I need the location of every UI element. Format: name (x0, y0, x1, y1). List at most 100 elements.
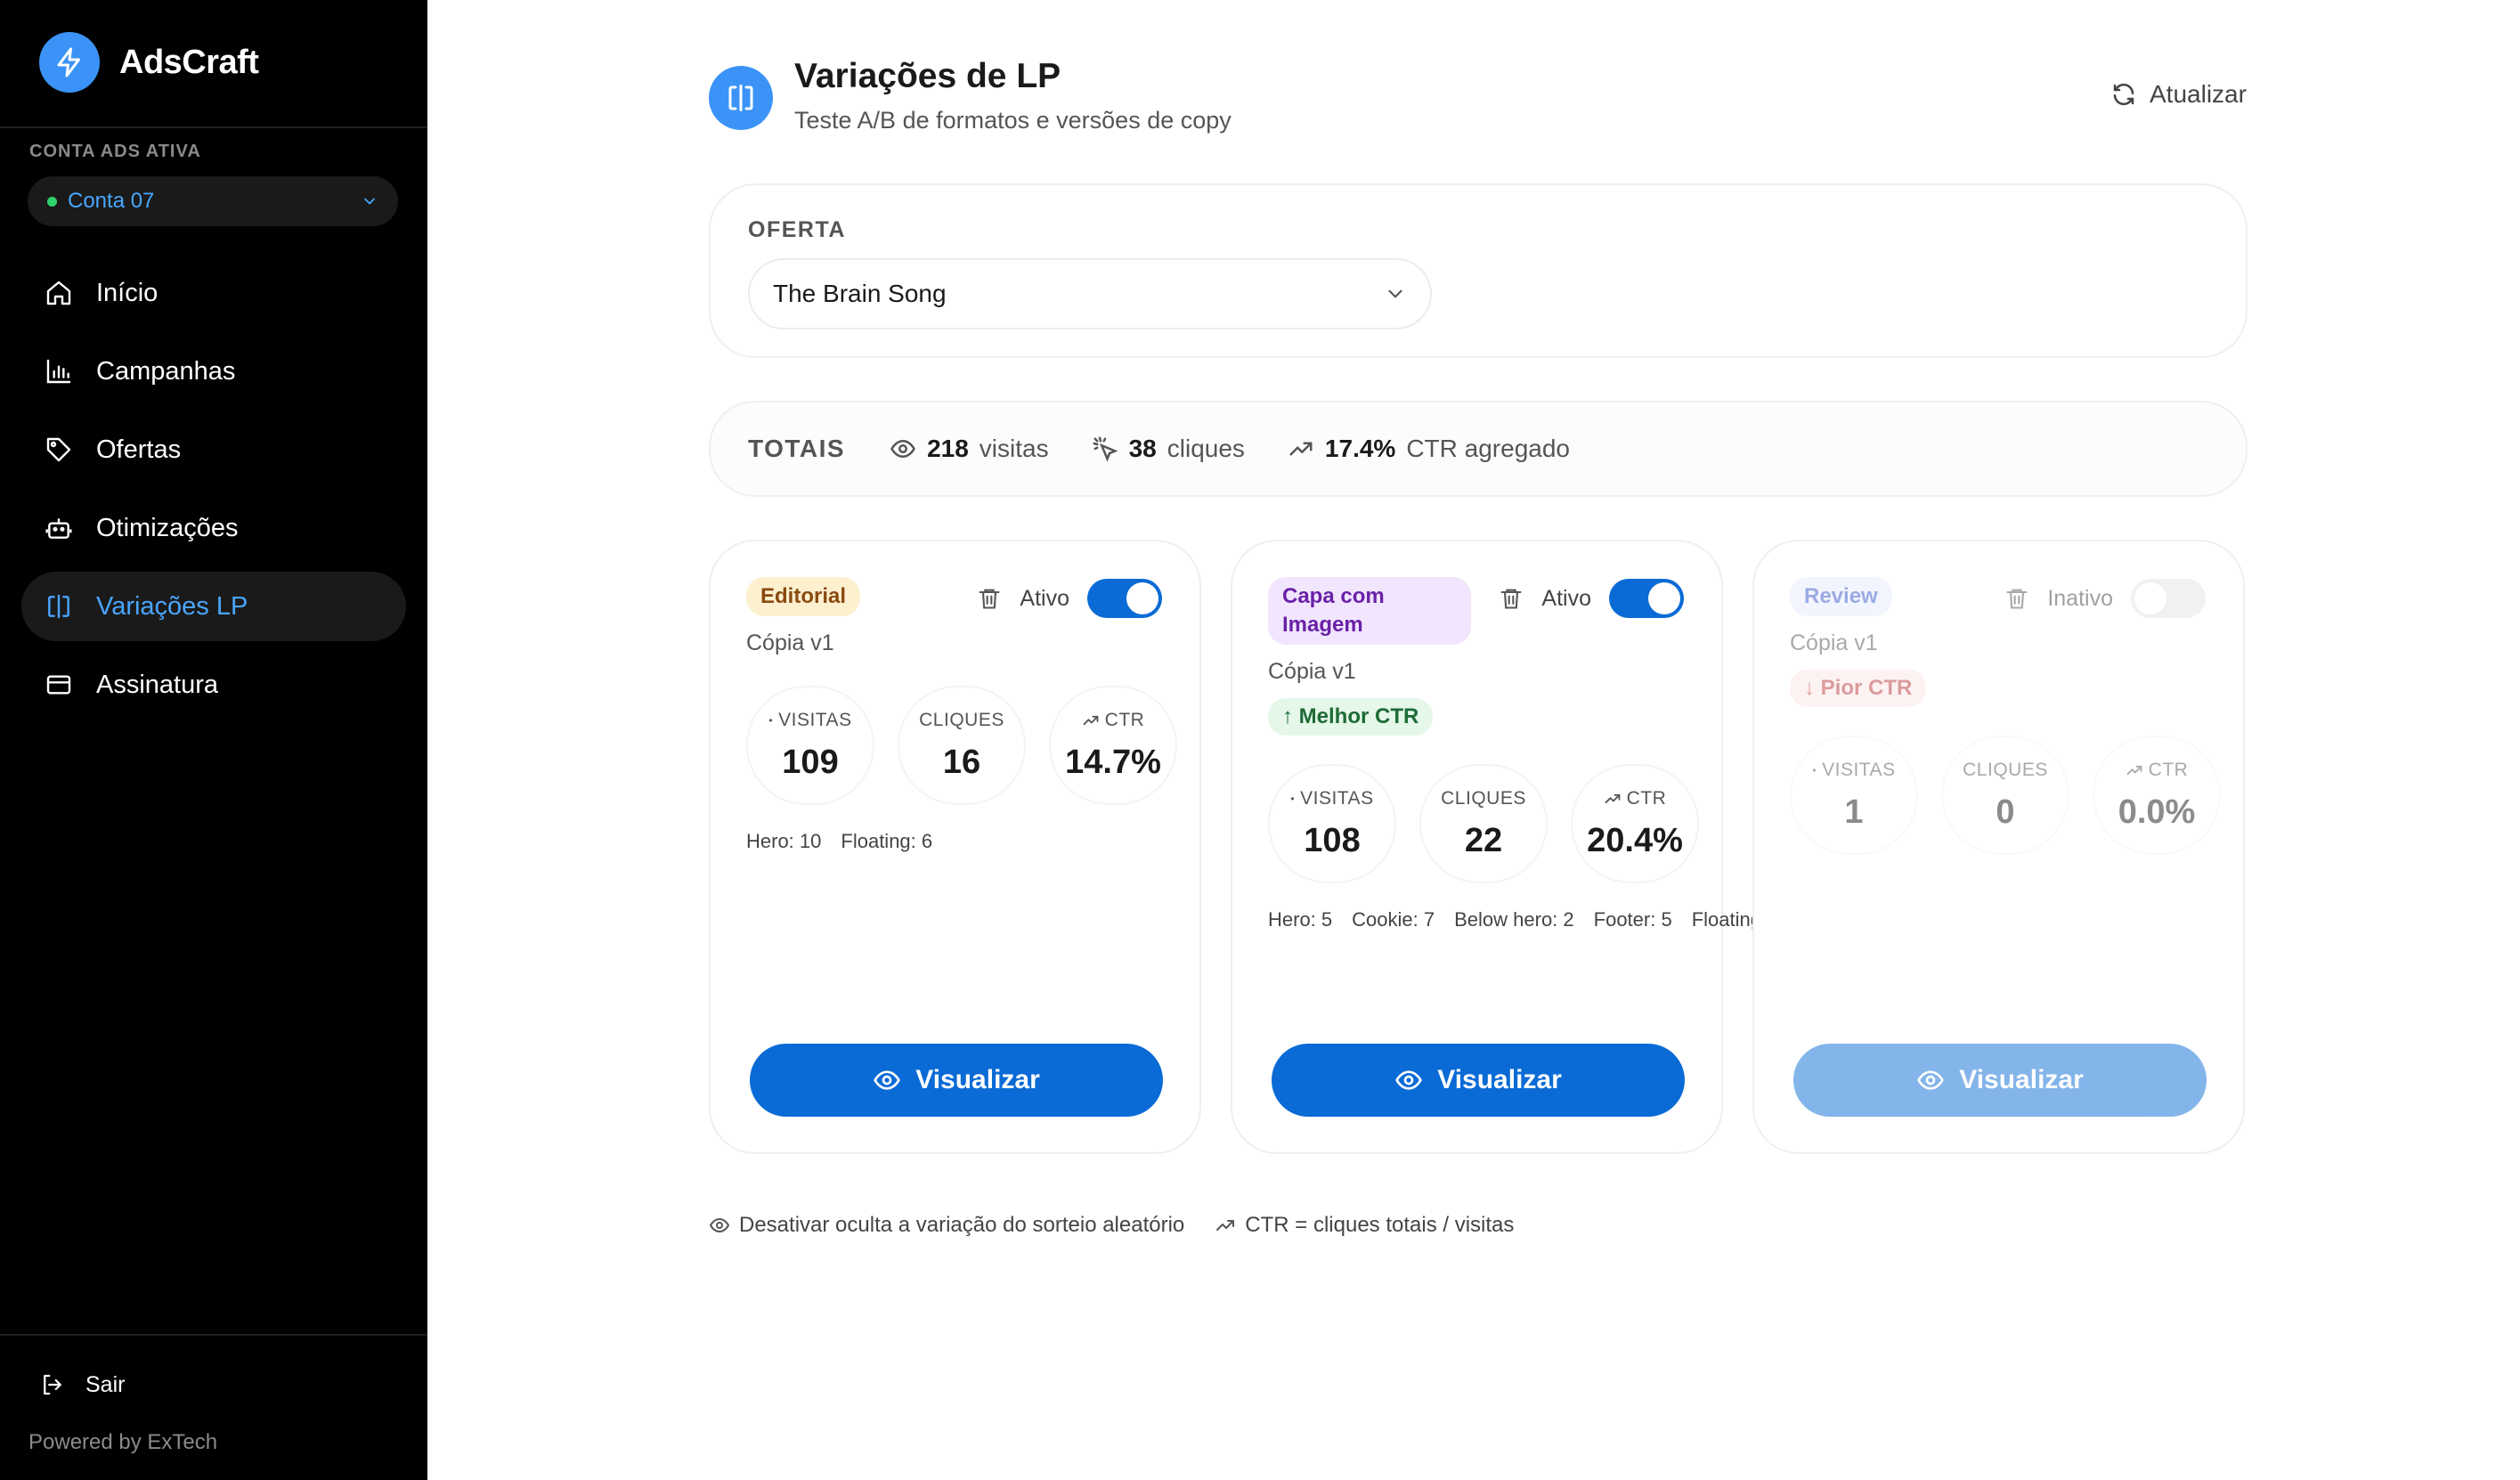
view-button-label: Visualizar (915, 1065, 1040, 1094)
toggle-knob (2134, 582, 2166, 614)
account-name: Conta 07 (68, 189, 155, 213)
metric-value: 0.0% (2118, 793, 2196, 831)
metric-clicks: CLIQUES 16 (898, 686, 1026, 805)
trending-up-icon (1604, 790, 1622, 808)
sidebar-item-inicio[interactable]: Início (21, 258, 406, 328)
totals-clicks-label: cliques (1167, 435, 1245, 462)
placement-item: Footer: 5 (1593, 908, 1672, 931)
active-toggle[interactable] (1609, 579, 1684, 618)
metric-visits: • VISITAS 109 (746, 686, 874, 805)
metric-ctr: CTR 14.7% (1049, 686, 1177, 805)
view-button[interactable]: Visualizar (1272, 1044, 1685, 1117)
variation-card-review: Review Inativo Cópia v1 ↓ Pior CTR • VISI… (1752, 540, 2245, 1154)
trending-up-icon (1082, 712, 1100, 729)
metric-label: CLIQUES (919, 709, 1004, 730)
status-label: Inativo (2047, 585, 2113, 611)
sidebar-item-assinatura[interactable]: Assinatura (21, 650, 406, 720)
chevron-down-icon (361, 192, 378, 210)
metric-label: CLIQUES (1963, 759, 2048, 780)
account-select[interactable]: Conta 07 (28, 176, 398, 226)
metric-label: VISITAS (1300, 787, 1374, 809)
sidebar-item-label: Otimizações (96, 513, 239, 542)
worst-ctr-badge: ↓ Pior CTR (1790, 670, 1927, 707)
variation-card-editorial: Editorial Ativo Cópia v1 • VISITAS 109 CL… (709, 540, 1201, 1154)
offer-select[interactable]: The Brain Song (748, 258, 1432, 329)
sidebar-item-otimizacoes[interactable]: Otimizações (21, 493, 406, 563)
metric-visits: • VISITAS 1 (1790, 736, 1918, 855)
metric-value: 16 (942, 743, 981, 781)
totals-visits-value: 218 (927, 435, 969, 462)
metric-label: VISITAS (1822, 759, 1896, 780)
sidebar-item-label: Ofertas (96, 435, 182, 464)
footnotes: Desativar oculta a variação do sorteio a… (709, 1213, 1514, 1238)
active-toggle[interactable] (2131, 579, 2206, 618)
placement-item: Hero: 5 (1268, 908, 1333, 931)
totals-label: TOTAIS (748, 435, 846, 462)
divider (0, 1334, 427, 1336)
totals-clicks-value: 38 (1128, 435, 1157, 462)
eye-off-icon (709, 1215, 730, 1236)
view-button[interactable]: Visualizar (1793, 1044, 2207, 1117)
chevron-down-icon (1384, 282, 1407, 305)
variation-card-capa-com-imagem: Capa com Imagem Ativo Cópia v1 ↑ Melhor … (1231, 540, 1783, 1154)
metric-clicks: CLIQUES 0 (1941, 736, 2069, 855)
placement-item: Hero: 10 (746, 830, 822, 852)
bar-chart-icon (43, 355, 75, 387)
sidebar-item-label: Assinatura (96, 670, 219, 699)
totals-clicks: 38 cliques (1092, 435, 1245, 463)
app-name: AdsCraft (119, 43, 259, 81)
totals-ctr-label: CTR agregado (1406, 435, 1570, 462)
metric-clicks: CLIQUES 22 (1419, 764, 1548, 883)
metric-value: 109 (782, 743, 839, 781)
metric-value: 0 (1996, 793, 2015, 831)
variation-badge: Capa com Imagem (1268, 577, 1471, 645)
split-view-icon (709, 66, 773, 130)
variation-badge: Review (1790, 577, 1892, 616)
active-toggle[interactable] (1087, 579, 1162, 618)
trash-icon[interactable] (977, 586, 1002, 611)
sidebar-item-label: Variações LP (96, 591, 248, 621)
sidebar-item-variacoes-lp[interactable]: Variações LP (21, 572, 406, 641)
sidebar-item-label: Início (96, 278, 159, 307)
trending-up-icon (2126, 761, 2143, 779)
logout-label: Sair (85, 1371, 126, 1397)
offer-card: OFERTA The Brain Song (709, 183, 2248, 358)
metrics: • VISITAS 109 CLIQUES 16 CTR 14.7% (746, 686, 1177, 805)
metric-ctr: CTR 0.0% (2093, 736, 2221, 855)
metric-label: VISITAS (778, 709, 852, 730)
bot-icon (43, 512, 75, 544)
placements: Hero: 10 Floating: 6 (746, 823, 1174, 860)
sidebar-item-ofertas[interactable]: Ofertas (21, 415, 406, 484)
trash-icon[interactable] (1499, 586, 1524, 611)
placement-item: Below hero: 2 (1454, 908, 1574, 931)
variation-badge: Editorial (746, 577, 861, 616)
metric-label: CTR (2148, 759, 2189, 780)
page-subtitle: Teste A/B de formatos e versões de copy (794, 107, 1232, 134)
powered-by: Powered by ExTech (28, 1430, 218, 1454)
trending-up-icon (1215, 1215, 1236, 1236)
placement-item: Cookie: 7 (1352, 908, 1435, 931)
footnote-deactivate: Desativar oculta a variação do sorteio a… (709, 1213, 1184, 1238)
account-label: CONTA ADS ATIVA (29, 142, 201, 161)
logout-button[interactable]: Sair (39, 1371, 125, 1398)
status-label: Ativo (1541, 585, 1591, 611)
brand[interactable]: AdsCraft (39, 32, 259, 93)
home-icon (43, 277, 75, 309)
metric-value: 14.7% (1065, 743, 1161, 781)
metric-label: CLIQUES (1441, 787, 1526, 809)
cursor-click-icon (1092, 435, 1118, 462)
footnote-deactivate-text: Desativar oculta a variação do sorteio a… (739, 1213, 1185, 1237)
eye-icon (1394, 1066, 1423, 1094)
copy-version: Cópia v1 (1790, 630, 1878, 655)
footnote-ctr-text: CTR = cliques totais / visitas (1245, 1213, 1515, 1237)
refresh-button[interactable]: Atualizar (2110, 80, 2247, 109)
toggle-knob (1126, 582, 1158, 614)
view-button[interactable]: Visualizar (750, 1044, 1163, 1117)
totals-ctr-value: 17.4% (1324, 435, 1396, 462)
metrics: • VISITAS 108 CLIQUES 22 CTR 20.4% (1268, 764, 1699, 883)
credit-card-icon (43, 669, 75, 701)
footnote-ctr: CTR = cliques totais / visitas (1215, 1213, 1514, 1238)
sidebar-item-campanhas[interactable]: Campanhas (21, 337, 406, 406)
page-title: Variações de LP (794, 57, 1061, 95)
trash-icon[interactable] (2004, 586, 2029, 611)
